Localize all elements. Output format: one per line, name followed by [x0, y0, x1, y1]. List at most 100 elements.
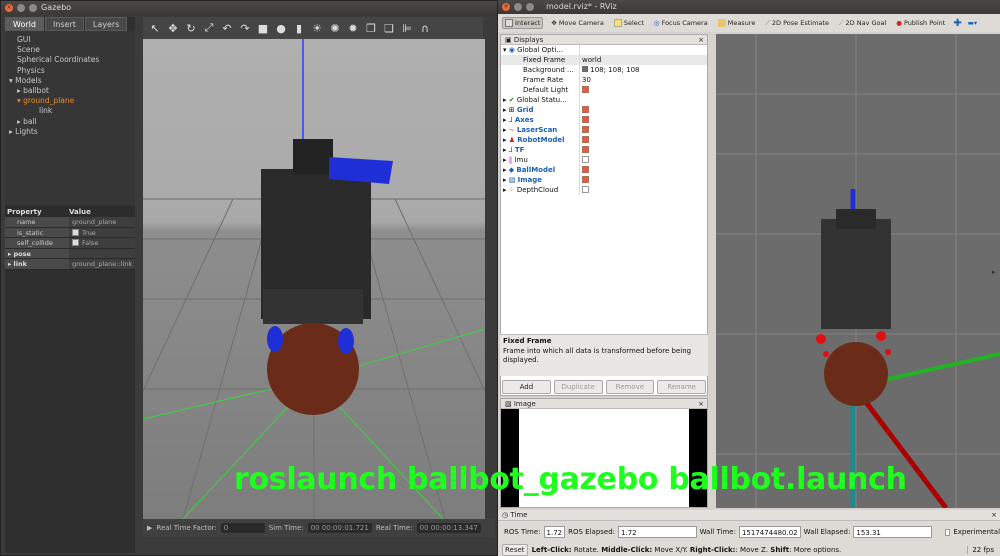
checkbox[interactable] [72, 239, 79, 246]
tab-insert[interactable]: Insert [44, 17, 84, 31]
display-row[interactable]: ▸ ⊞ Grid [501, 105, 707, 115]
measure-tool-button[interactable]: Measure [716, 18, 758, 28]
camera-move-icon: ✥ [551, 19, 557, 27]
checkbox[interactable] [582, 176, 589, 183]
minimize-icon[interactable] [514, 3, 522, 11]
rviz-3d-viewport[interactable]: ◂ ▸ [712, 34, 1000, 510]
prop-row[interactable]: ▸ link ground_plane::link [5, 259, 135, 270]
display-row[interactable]: ▸ ✔ Global Statu... [501, 95, 707, 105]
close-panel-icon[interactable]: × [698, 35, 704, 45]
close-icon[interactable]: × [5, 4, 13, 12]
ros-time-label: ROS Time: [504, 528, 541, 536]
display-row[interactable]: ▸ ⅃ TF [501, 145, 707, 155]
pose-estimate-tool-button[interactable]: ⟋ 2D Pose Estimate [763, 18, 831, 29]
checkbox[interactable] [582, 166, 589, 173]
select-tool-button[interactable]: Select [612, 18, 646, 28]
play-icon[interactable]: ▶ [147, 524, 152, 532]
checkbox[interactable] [582, 136, 589, 143]
nav-goal-tool-button[interactable]: ⟋ 2D Nav Goal [837, 18, 888, 29]
display-row[interactable]: ▸ ⁘ DepthCloud [501, 185, 707, 195]
reset-button[interactable]: Reset [502, 543, 528, 556]
prop-row[interactable]: self_collide False [5, 238, 135, 249]
display-row[interactable]: Default Light [501, 85, 707, 95]
tree-item[interactable]: Physics [5, 66, 135, 76]
paste-icon[interactable]: ❏ [383, 22, 395, 35]
point-light-icon[interactable]: ✺ [329, 22, 341, 35]
sim-time-value: 00 00:00:01.721 [307, 523, 372, 533]
experimental-checkbox[interactable] [944, 528, 951, 536]
tree-item[interactable]: GUI [5, 35, 135, 45]
close-panel-icon[interactable]: × [698, 399, 704, 409]
checkbox[interactable] [582, 116, 589, 123]
publish-point-tool-button[interactable]: ● Publish Point [894, 18, 947, 28]
prop-row[interactable]: name ground_plane [5, 217, 135, 228]
sun-light-icon[interactable]: ☀ [311, 22, 323, 35]
prop-row[interactable]: ▸ pose [5, 248, 135, 259]
maximize-icon[interactable] [526, 3, 534, 11]
box-shape-icon[interactable]: ■ [257, 22, 269, 35]
maximize-icon[interactable] [29, 4, 37, 12]
display-row[interactable]: ▸ ⅃ Axes [501, 115, 707, 125]
move-camera-tool-button[interactable]: ✥ Move Camera [549, 18, 605, 28]
sphere-shape-icon[interactable]: ● [275, 22, 287, 35]
gazebo-3d-viewport[interactable] [82, 39, 497, 520]
display-row[interactable]: ▸ ‖ Imu [501, 155, 707, 165]
display-row[interactable]: ▸ ∼ LaserScan [501, 125, 707, 135]
tree-item-selected[interactable]: ▾ ground_plane [5, 96, 135, 106]
close-icon[interactable]: × [502, 3, 510, 11]
tree-item[interactable]: Spherical Coordinates [5, 55, 135, 65]
focus-camera-tool-button[interactable]: ◎ Focus Camera [652, 18, 710, 28]
undo-icon[interactable]: ↶ [221, 22, 233, 35]
ros-elapsed-field[interactable]: 1.72 [618, 526, 697, 538]
copy-icon[interactable]: ❐ [365, 22, 377, 35]
rotate-icon[interactable]: ↻ [185, 22, 197, 35]
tree-item[interactable]: ▸ Lights [5, 127, 135, 137]
display-row[interactable]: ▸ ▧ Image [501, 175, 707, 185]
display-row[interactable]: Background ... 108; 108; 108 [501, 65, 707, 75]
select-arrow-icon[interactable]: ↖ [149, 22, 161, 35]
close-panel-icon[interactable]: × [991, 510, 997, 520]
tree-item[interactable]: link [5, 106, 135, 116]
interact-tool-button[interactable]: Interact [502, 17, 544, 29]
tree-item[interactable]: ▸ ball [5, 117, 135, 127]
display-row[interactable]: ▾ ◉ Global Opti... [501, 45, 707, 55]
display-row[interactable]: Frame Rate 30 [501, 75, 707, 85]
checkbox[interactable] [72, 228, 79, 236]
prop-row[interactable]: is_static True [5, 227, 135, 238]
gazebo-statusbar: ▶ Real Time Factor: 0 Sim Time: 00 00:00… [143, 519, 495, 537]
add-tool-icon[interactable]: ✚ [953, 18, 961, 29]
ruler-icon [717, 19, 726, 27]
description-text: Frame into which all data is transformed… [503, 346, 692, 365]
display-row[interactable]: ▸ ♟ RobotModel [501, 135, 707, 145]
ros-time-field[interactable]: 1.72 [543, 526, 566, 538]
tree-item[interactable]: ▾ Models [5, 76, 135, 86]
tool-menu-icon[interactable]: ▬▾ [968, 19, 977, 27]
checkbox[interactable] [582, 126, 589, 133]
wall-elapsed-field[interactable]: 153.31 [853, 526, 932, 538]
tab-layers[interactable]: Layers [84, 17, 128, 31]
tab-world[interactable]: World [5, 17, 44, 31]
translate-icon[interactable]: ✥ [167, 22, 179, 35]
snap-icon[interactable]: ∩ [419, 22, 431, 35]
tree-item[interactable]: Scene [5, 45, 135, 55]
checkbox[interactable] [582, 146, 589, 153]
display-row-selected[interactable]: Fixed Frame world [501, 55, 707, 65]
align-icon[interactable]: ⊫ [401, 22, 413, 35]
spot-light-icon[interactable]: ✹ [347, 22, 359, 35]
cursor-icon [505, 19, 513, 27]
duplicate-button[interactable]: Duplicate [553, 380, 603, 394]
rename-button[interactable]: Rename [657, 380, 706, 394]
tree-item[interactable]: ▸ ballbot [5, 86, 135, 96]
add-button[interactable]: Add [502, 380, 551, 394]
checkbox[interactable] [582, 156, 589, 163]
redo-icon[interactable]: ↷ [239, 22, 251, 35]
checkbox[interactable] [582, 106, 589, 113]
minimize-icon[interactable] [17, 4, 25, 12]
cylinder-shape-icon[interactable]: ▮ [293, 22, 305, 35]
display-row[interactable]: ▸ ◆ BallModel [501, 165, 707, 175]
wall-time-field[interactable]: 1517474480.02 [738, 526, 801, 538]
checkbox[interactable] [582, 86, 589, 93]
remove-button[interactable]: Remove [605, 380, 655, 394]
scale-icon[interactable]: ⤢ [203, 21, 215, 35]
checkbox[interactable] [582, 186, 589, 193]
